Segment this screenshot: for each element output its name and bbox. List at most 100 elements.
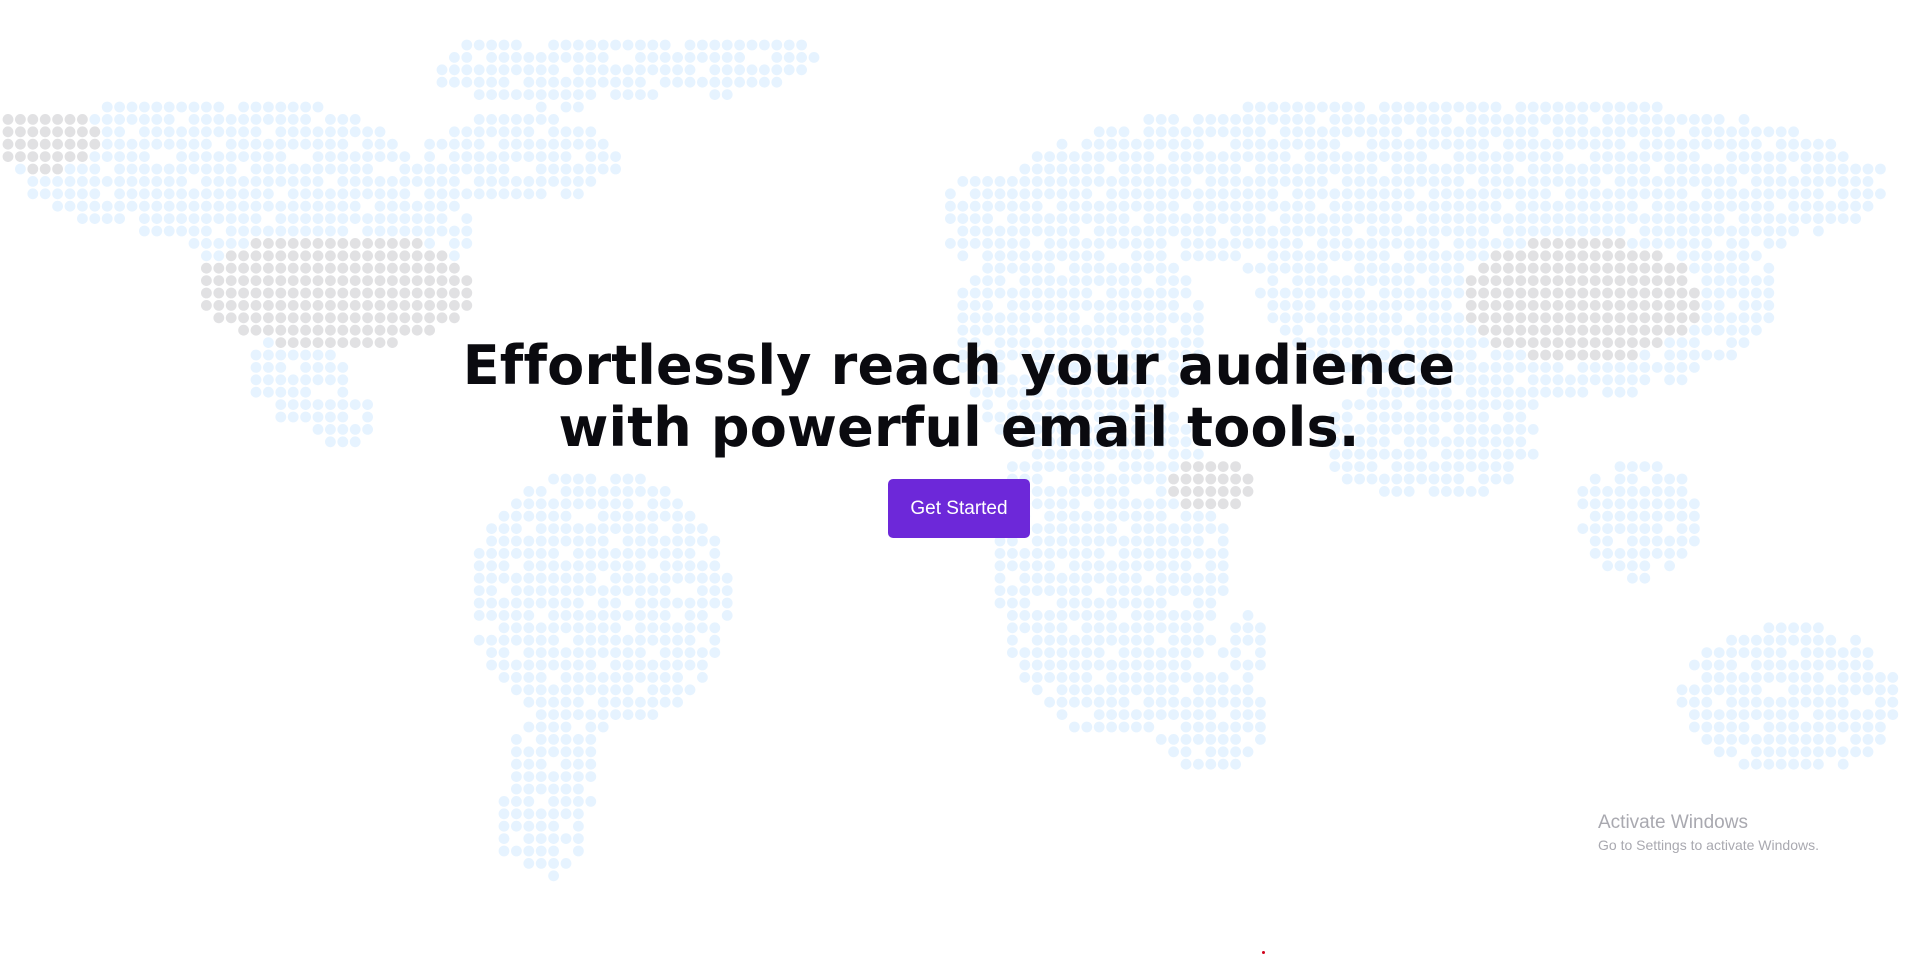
map-dot (585, 622, 597, 634)
map-dot (1701, 200, 1713, 212)
map-dot (1106, 312, 1117, 324)
map-dot (1726, 238, 1737, 249)
map-dot (635, 548, 646, 559)
map-dot (1255, 634, 1266, 646)
map-dot (1217, 151, 1229, 163)
map-dot (1093, 634, 1105, 646)
map-dot (783, 52, 795, 63)
map-dot (573, 771, 584, 782)
map-dot-highlight (399, 300, 411, 311)
map-dot (1713, 312, 1725, 324)
map-dot (1081, 585, 1093, 596)
map-dot (411, 200, 423, 212)
map-dot (1478, 151, 1489, 163)
map-dot (610, 76, 621, 88)
map-dot (250, 163, 262, 175)
map-dot (1850, 746, 1861, 758)
map-dot (486, 52, 497, 63)
map-dot (1701, 138, 1713, 150)
map-dot (1813, 138, 1824, 150)
map-dot (101, 114, 113, 125)
map-dot-highlight (275, 275, 287, 286)
map-dot-highlight (312, 238, 324, 249)
map-dot (1230, 659, 1241, 671)
map-dot-highlight (399, 238, 411, 249)
map-dot (1279, 213, 1291, 225)
map-dot (1143, 151, 1155, 163)
map-dot (1478, 114, 1489, 125)
map-dot (349, 163, 361, 175)
map-dot-highlight (250, 275, 262, 286)
map-dot-highlight (27, 163, 39, 175)
map-dot (1515, 126, 1527, 138)
map-dot (1007, 300, 1018, 311)
map-dot (337, 200, 349, 212)
map-dot (610, 622, 621, 634)
map-dot (238, 200, 250, 212)
map-dot-highlight (1503, 300, 1514, 311)
map-dot (697, 39, 708, 51)
map-dot (1056, 300, 1068, 311)
map-dot (1019, 659, 1031, 671)
map-dot (622, 709, 634, 720)
map-dot (1751, 163, 1762, 175)
map-dot (1081, 647, 1093, 658)
map-dot (1292, 188, 1303, 200)
map-dot (449, 151, 460, 163)
map-dot (1255, 114, 1266, 125)
map-dot (672, 647, 683, 658)
map-dot (1329, 238, 1341, 249)
map-dot (176, 225, 188, 237)
map-dot (1044, 300, 1055, 311)
map-dot (1168, 176, 1179, 187)
map-dot (1614, 114, 1626, 125)
map-dot (1416, 213, 1427, 225)
map-dot (659, 39, 671, 51)
map-dot (337, 225, 349, 237)
get-started-button[interactable]: Get Started (888, 479, 1030, 538)
map-dot (498, 89, 510, 100)
map-dot (1217, 163, 1229, 175)
map-dot (263, 188, 274, 200)
map-dot (1775, 225, 1787, 237)
map-dot (1081, 151, 1093, 163)
map-dot (1019, 163, 1031, 175)
map-dot (1689, 324, 1700, 336)
map-dot-highlight (387, 262, 398, 274)
map-dot (1416, 114, 1427, 125)
map-dot (684, 64, 696, 76)
map-dot (1155, 114, 1167, 125)
map-dot (1155, 250, 1167, 262)
map-dot-highlight (436, 250, 448, 262)
map-dot (1106, 560, 1117, 572)
map-dot (622, 585, 634, 596)
map-dot (1155, 659, 1167, 671)
map-dot (1019, 213, 1031, 225)
map-dot (721, 76, 733, 88)
map-dot (759, 76, 770, 88)
map-dot (1019, 188, 1031, 200)
map-dot (597, 560, 609, 572)
map-dot (374, 200, 386, 212)
map-dot (1837, 684, 1849, 696)
map-dot (1701, 721, 1713, 733)
map-dot-highlight (449, 300, 460, 311)
map-dot (1751, 225, 1762, 237)
map-dot (771, 64, 783, 76)
map-dot (548, 126, 559, 138)
map-dot (1106, 622, 1117, 634)
map-dot (1441, 275, 1452, 286)
map-dot (1205, 672, 1217, 683)
map-dot (535, 820, 547, 832)
map-dot (560, 188, 572, 200)
map-dot (263, 163, 274, 175)
map-dot (1738, 721, 1750, 733)
map-dot (1875, 684, 1886, 696)
map-dot (1689, 163, 1700, 175)
map-dot (511, 151, 522, 163)
map-dot-highlight (312, 262, 324, 274)
map-dot (1131, 622, 1142, 634)
map-dot (994, 597, 1006, 609)
map-dot-highlight (1527, 238, 1539, 249)
map-dot (1255, 176, 1266, 187)
